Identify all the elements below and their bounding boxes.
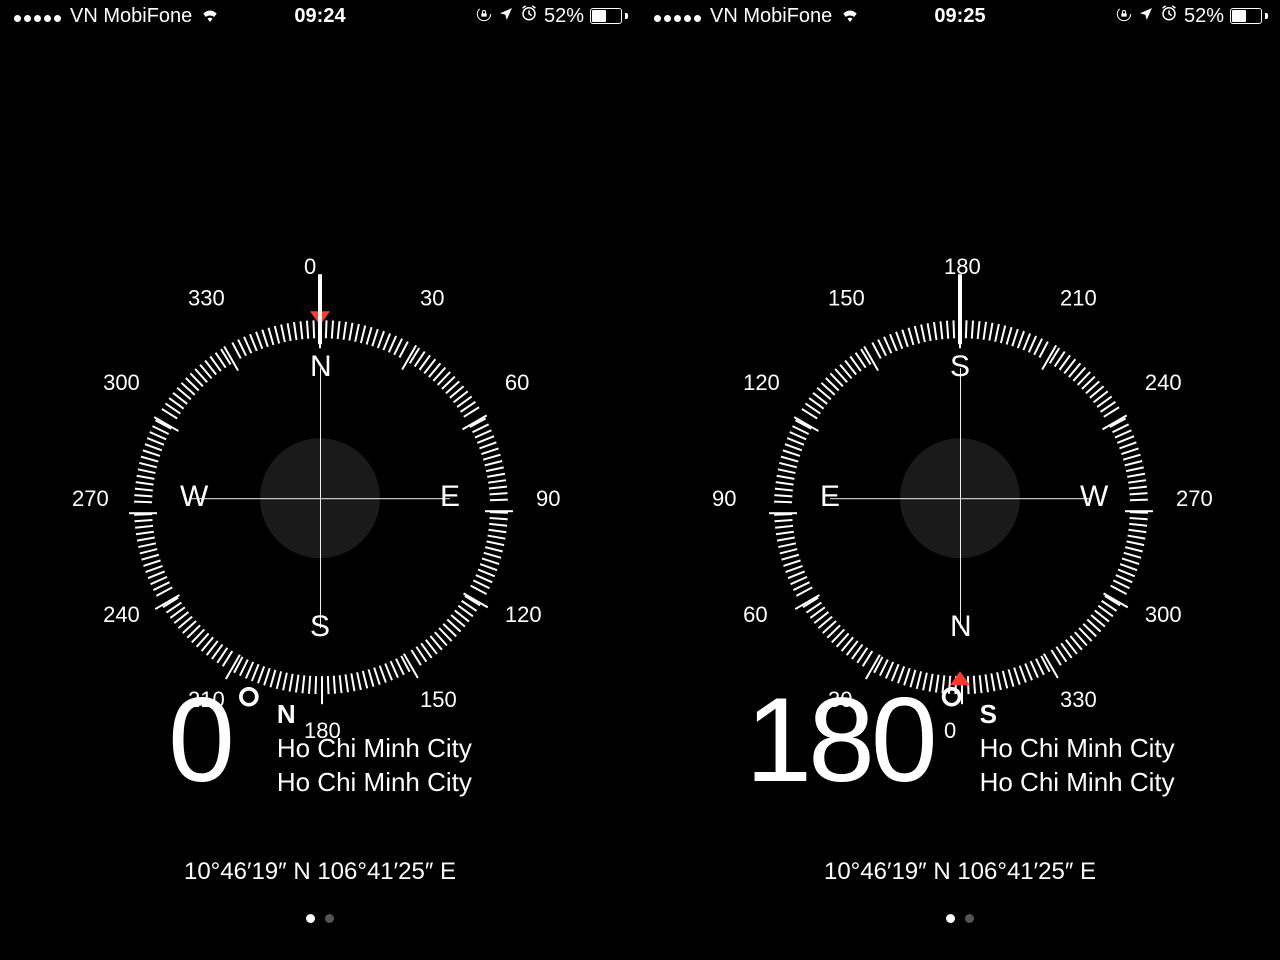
carrier-label: VN MobiFone — [70, 5, 192, 28]
cardinal-E: E — [820, 480, 840, 514]
wifi-icon — [840, 5, 860, 28]
compass-dial[interactable]: NESW0306090120150180210240270300330 — [110, 288, 530, 708]
degree-label-60: 60 — [505, 370, 529, 396]
cardinal-E: E — [440, 480, 460, 514]
location-city-1: Ho Chi Minh City — [980, 732, 1175, 766]
degree-label-30: 30 — [420, 285, 444, 311]
location-arrow-icon — [1138, 5, 1154, 28]
degree-label-90: 90 — [536, 486, 560, 512]
alarm-icon — [520, 4, 538, 28]
degree-label-90: 90 — [712, 486, 736, 512]
cardinal-S: S — [950, 350, 970, 384]
compass-screen: VN MobiFone09:2452%NESW03060901201501802… — [0, 0, 640, 960]
battery-percentage-label: 52% — [544, 5, 584, 28]
degree-label-60: 60 — [743, 602, 767, 628]
degree-label-180: 180 — [944, 254, 981, 280]
cardinal-N: N — [310, 350, 332, 384]
clock-label: 09:24 — [294, 5, 345, 28]
heading-needle — [318, 274, 322, 344]
battery-icon — [1230, 8, 1268, 24]
clock-label: 09:25 — [934, 5, 985, 28]
status-bar: VN MobiFone 09:24 52% — [0, 0, 640, 32]
location-city-2: Ho Chi Minh City — [277, 766, 472, 800]
location-city-2: Ho Chi Minh City — [980, 766, 1175, 800]
degree-label-120: 120 — [743, 370, 780, 396]
heading-direction: S — [980, 698, 1175, 732]
heading-readout: 0°NHo Chi Minh CityHo Chi Minh City — [0, 680, 640, 800]
degree-label-300: 300 — [103, 370, 140, 396]
heading-degrees: 0 — [168, 673, 231, 807]
heading-degrees: 180 — [745, 673, 933, 807]
alarm-icon — [1160, 4, 1178, 28]
status-bar: VN MobiFone 09:25 52% — [640, 0, 1280, 32]
degree-label-0: 0 — [304, 254, 316, 280]
battery-percentage-label: 52% — [1184, 5, 1224, 28]
degree-label-150: 150 — [828, 285, 865, 311]
cardinal-S: S — [310, 610, 330, 644]
location-city-1: Ho Chi Minh City — [277, 732, 472, 766]
degree-label-270: 270 — [72, 486, 109, 512]
heading-readout: 180°SHo Chi Minh CityHo Chi Minh City — [640, 680, 1280, 800]
page-indicator[interactable] — [0, 910, 640, 928]
heading-direction: N — [277, 698, 472, 732]
degree-label-330: 330 — [188, 285, 225, 311]
signal-dots-icon — [652, 5, 702, 28]
degree-label-240: 240 — [103, 602, 140, 628]
compass-dial[interactable]: NESW0306090120150180210240270300330 — [750, 288, 1170, 708]
carrier-label: VN MobiFone — [710, 5, 832, 28]
signal-dots-icon — [12, 5, 62, 28]
degree-label-210: 210 — [1060, 285, 1097, 311]
page-indicator[interactable] — [640, 910, 1280, 928]
cardinal-W: W — [180, 480, 208, 514]
degree-label-120: 120 — [505, 602, 542, 628]
compass-screen: VN MobiFone09:2552%NESW03060901201501802… — [640, 0, 1280, 960]
degree-label-270: 270 — [1176, 486, 1213, 512]
rotation-lock-icon — [476, 5, 492, 28]
wifi-icon — [200, 5, 220, 28]
rotation-lock-icon — [1116, 5, 1132, 28]
location-arrow-icon — [498, 5, 514, 28]
battery-icon — [590, 8, 628, 24]
coordinates-label: 10°46′19″ N 106°41′25″ E — [0, 858, 640, 886]
degree-label-240: 240 — [1145, 370, 1182, 396]
degree-label-300: 300 — [1145, 602, 1182, 628]
heading-needle — [958, 274, 962, 344]
cardinal-N: N — [950, 610, 972, 644]
coordinates-label: 10°46′19″ N 106°41′25″ E — [640, 858, 1280, 886]
cardinal-W: W — [1080, 480, 1108, 514]
